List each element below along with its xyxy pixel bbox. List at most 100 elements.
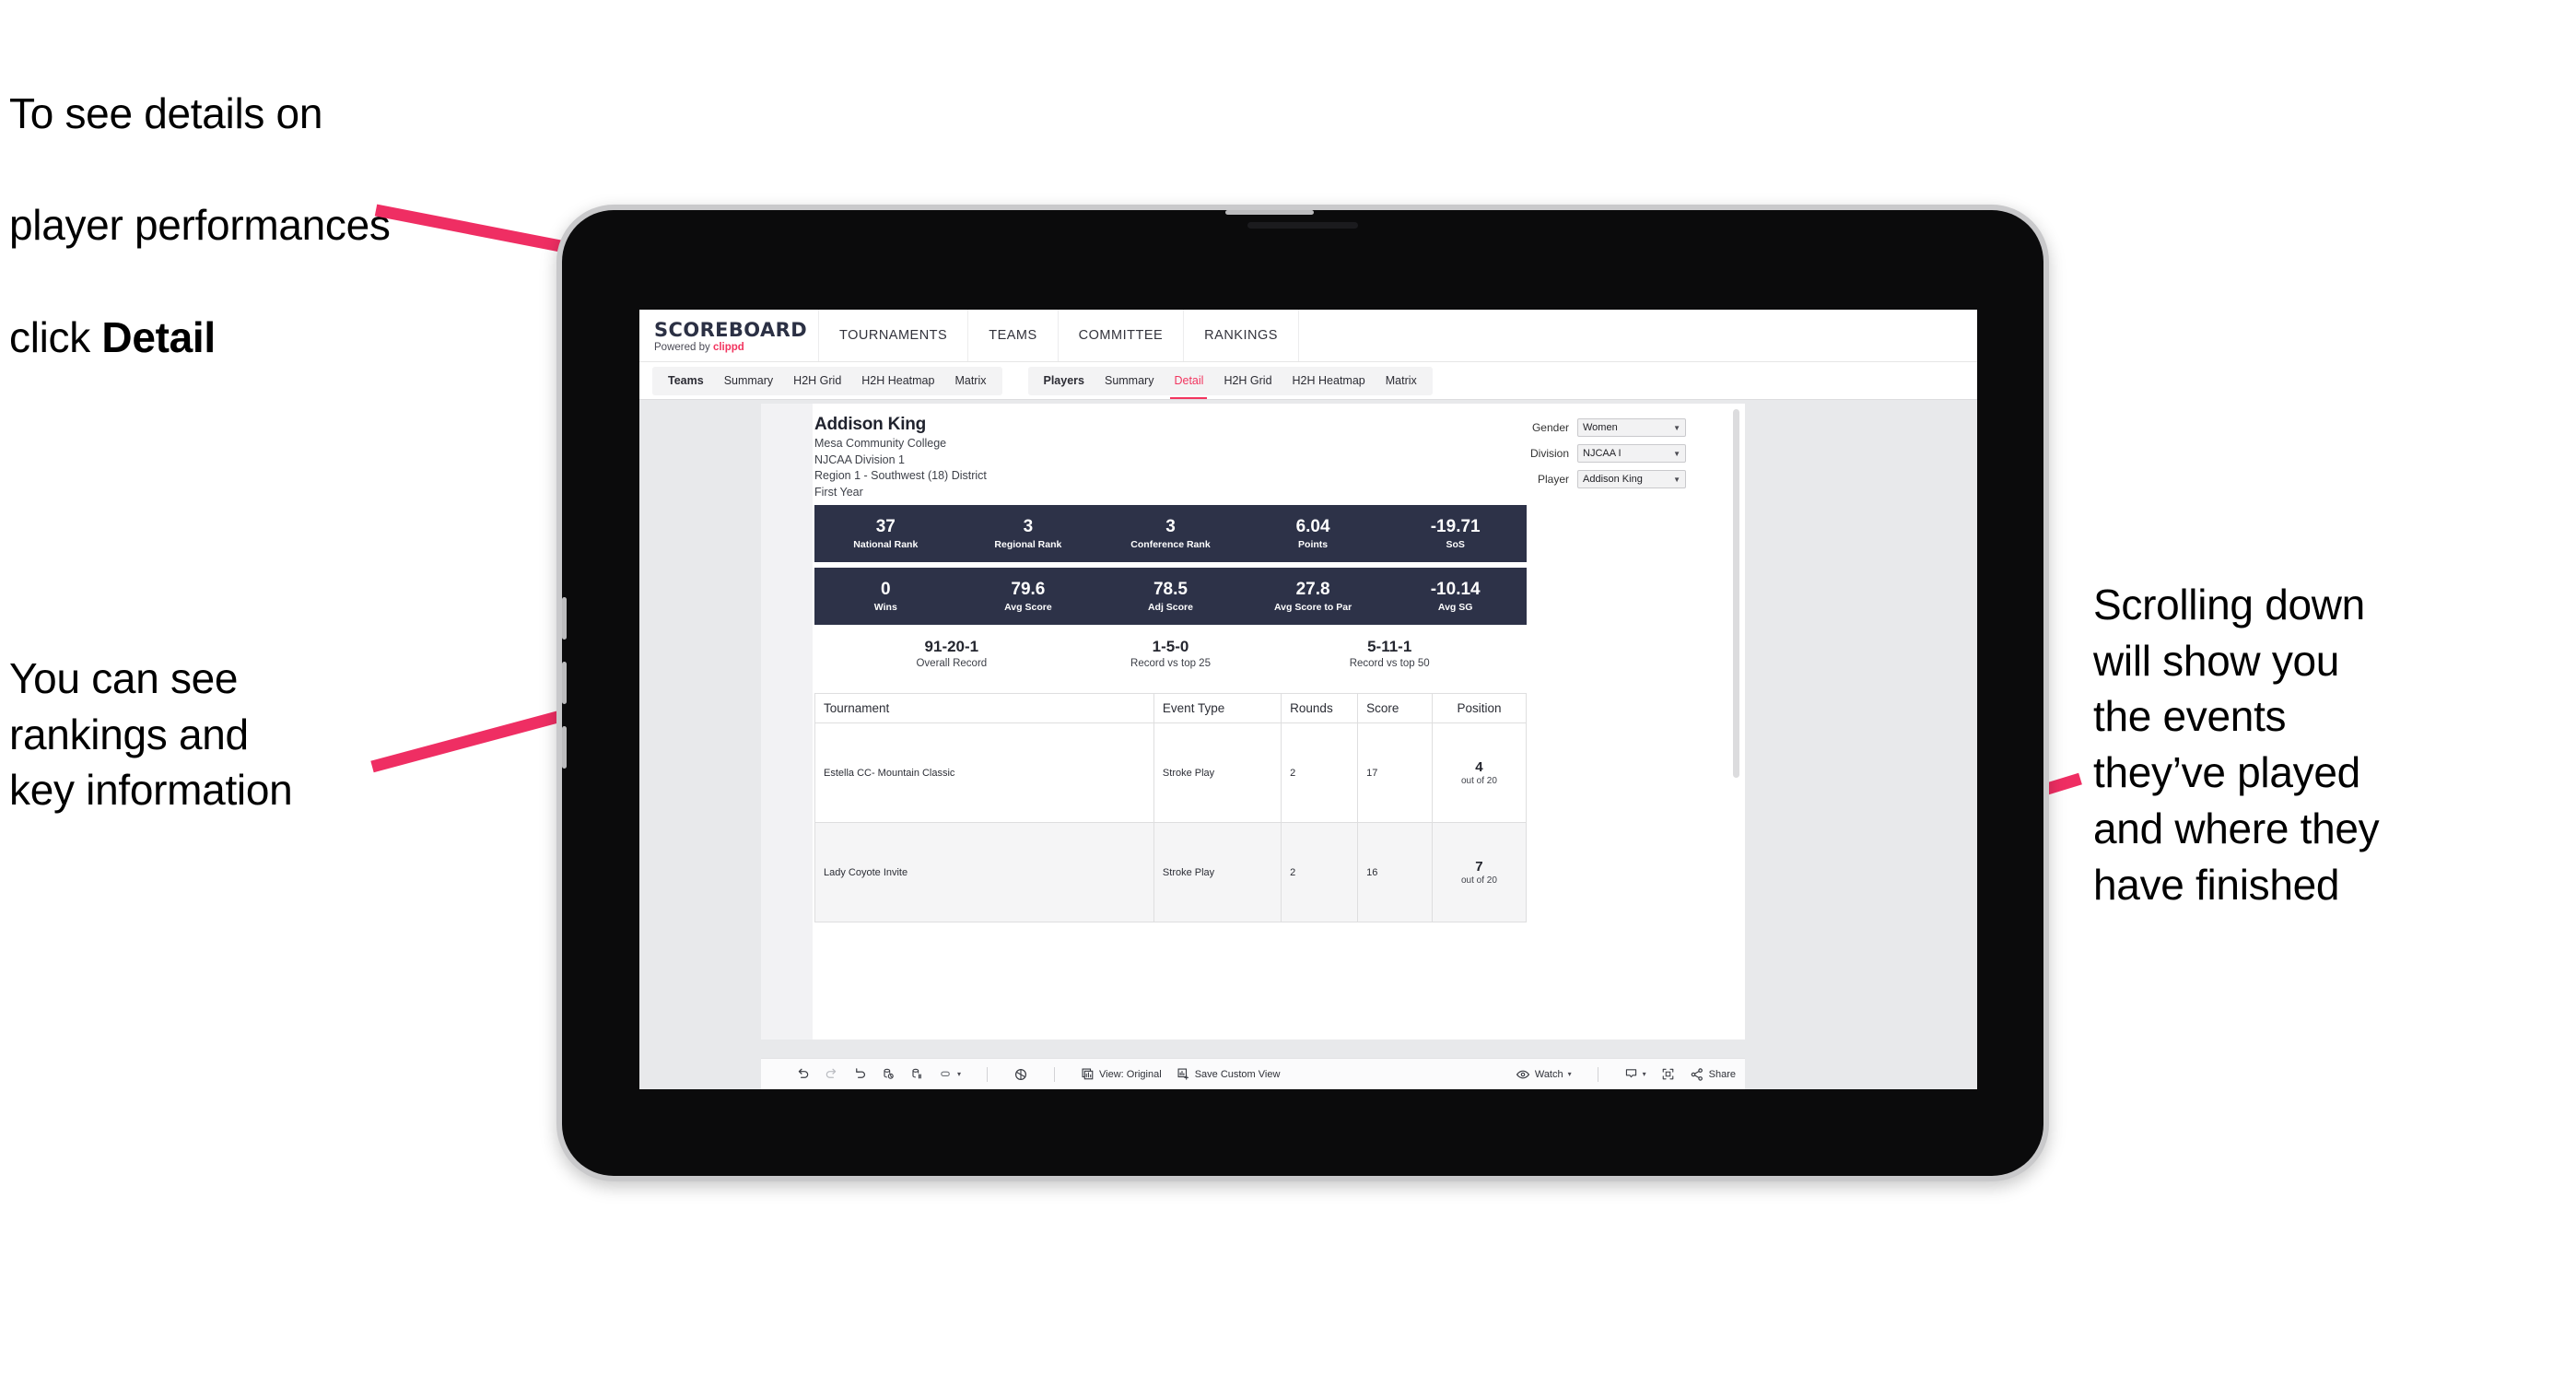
filter-player: Player Addison King ▼ bbox=[1530, 470, 1686, 488]
column-header-rounds[interactable]: Rounds bbox=[1281, 693, 1359, 723]
tab-players-detail[interactable]: Detail bbox=[1164, 367, 1213, 399]
records-row: 91-20-1 Overall Record 1-5-0 Record vs t… bbox=[814, 638, 1527, 669]
volume-up-button[interactable] bbox=[562, 597, 567, 640]
cell-position: 4 out of 20 bbox=[1431, 722, 1528, 823]
dashboard-content: Addison King Mesa Community College NJCA… bbox=[761, 404, 1745, 922]
sub-navbar: Teams Summary H2H Grid H2H Heatmap Matri… bbox=[639, 362, 1977, 400]
tab-players[interactable]: Players bbox=[1034, 367, 1095, 395]
tab-teams-h2h-grid[interactable]: H2H Grid bbox=[783, 367, 851, 395]
brand-subtitle-accent: clippd bbox=[712, 341, 744, 353]
filter-gender-select[interactable]: Women ▼ bbox=[1577, 418, 1686, 437]
side-button[interactable] bbox=[562, 726, 567, 769]
download-button[interactable]: ▾ bbox=[1624, 1067, 1646, 1081]
record-vs-top-50: 5-11-1 Record vs top 50 bbox=[1280, 638, 1499, 669]
stat-points: 6.04 Points bbox=[1242, 517, 1385, 550]
column-header-score[interactable]: Score bbox=[1357, 693, 1433, 723]
record-vs-top-25: 1-5-0 Record vs top 25 bbox=[1061, 638, 1281, 669]
record-overall-value: 91-20-1 bbox=[924, 638, 979, 655]
stat-national-rank-label: National Rank bbox=[853, 539, 919, 551]
chevron-down-icon: ▾ bbox=[957, 1070, 962, 1078]
filter-gender-label: Gender bbox=[1531, 421, 1569, 434]
player-identity: Addison King Mesa Community College NJCA… bbox=[814, 415, 987, 499]
pause-auto-update-icon[interactable] bbox=[1013, 1067, 1028, 1082]
watch-button[interactable]: Watch ▾ bbox=[1516, 1067, 1572, 1082]
stat-sos-value: -19.71 bbox=[1430, 516, 1481, 536]
tab-players-matrix[interactable]: Matrix bbox=[1376, 367, 1427, 395]
main-nav: TOURNAMENTS TEAMS COMMITTEE RANKINGS bbox=[819, 310, 1299, 361]
save-custom-view-button[interactable]: Save Custom View bbox=[1177, 1067, 1280, 1081]
share-label: Share bbox=[1708, 1068, 1736, 1080]
player-year: First Year bbox=[814, 485, 863, 499]
stat-avg-score-to-par: 27.8 Avg Score to Par bbox=[1242, 580, 1385, 613]
annotation-top-left-line1: To see details on bbox=[9, 88, 323, 137]
front-camera-icon bbox=[1247, 222, 1358, 229]
annotation-top-left: To see details on player performances cl… bbox=[9, 29, 599, 421]
player-name: Addison King bbox=[814, 415, 927, 434]
chevron-down-icon: ▼ bbox=[1673, 423, 1680, 432]
record-overall-label: Overall Record bbox=[916, 658, 988, 669]
stat-wins: 0 Wins bbox=[814, 580, 957, 613]
stats-band-rankings: 37 National Rank 3 Regional Rank 3 Confe… bbox=[814, 505, 1527, 562]
stat-conference-rank-label: Conference Rank bbox=[1130, 539, 1211, 551]
tab-teams-summary[interactable]: Summary bbox=[714, 367, 783, 395]
redo-icon[interactable] bbox=[825, 1067, 838, 1081]
stats-band-scoring: 0 Wins 79.6 Avg Score 78.5 Adj Score 27.… bbox=[814, 568, 1527, 625]
table-header-row: Tournament Event Type Rounds Score Posit… bbox=[814, 693, 1528, 723]
undo-icon[interactable] bbox=[796, 1067, 810, 1081]
nav-item-tournaments[interactable]: TOURNAMENTS bbox=[819, 310, 969, 361]
filter-panel: Gender Women ▼ Division NJCAA I ▼ Player… bbox=[1530, 415, 1686, 499]
screenshot-stage: To see details on player performances cl… bbox=[0, 0, 2576, 1386]
stat-points-label: Points bbox=[1298, 539, 1329, 551]
stat-adj-score-value: 78.5 bbox=[1153, 579, 1188, 599]
view-original-button[interactable]: View: Original bbox=[1081, 1067, 1162, 1081]
toolbar-divider bbox=[987, 1066, 989, 1082]
nav-item-teams[interactable]: TEAMS bbox=[968, 310, 1059, 361]
chevron-down-icon: ▾ bbox=[1567, 1070, 1572, 1078]
player-header: Addison King Mesa Community College NJCA… bbox=[814, 415, 1745, 499]
pause-data-icon[interactable] bbox=[910, 1067, 924, 1081]
brand-title: SCOREBOARD bbox=[654, 318, 808, 341]
browser-viewport: SCOREBOARD Powered by clippd TOURNAMENTS… bbox=[639, 310, 1977, 1089]
filter-player-select[interactable]: Addison King ▼ bbox=[1577, 470, 1686, 488]
tab-players-h2h-grid[interactable]: H2H Grid bbox=[1213, 367, 1282, 395]
stat-avg-sg-label: Avg SG bbox=[1437, 602, 1473, 614]
toolbar-divider bbox=[1054, 1066, 1056, 1082]
table-row[interactable]: Lady Coyote Invite Stroke Play 2 16 7 ou… bbox=[814, 822, 1528, 922]
cell-event-type: Stroke Play bbox=[1153, 822, 1282, 922]
app-logo[interactable]: SCOREBOARD Powered by clippd bbox=[639, 310, 819, 361]
stat-national-rank: 37 National Rank bbox=[814, 517, 957, 550]
tab-players-h2h-heatmap[interactable]: H2H Heatmap bbox=[1282, 367, 1376, 395]
view-original-label: View: Original bbox=[1099, 1068, 1162, 1080]
cell-score: 17 bbox=[1357, 722, 1433, 823]
tab-players-summary[interactable]: Summary bbox=[1095, 367, 1164, 395]
annotation-top-left-line2: player performances bbox=[9, 201, 391, 250]
nav-item-rankings[interactable]: RANKINGS bbox=[1184, 310, 1299, 361]
column-header-position[interactable]: Position bbox=[1431, 693, 1528, 723]
highlight-dropdown[interactable]: ▾ bbox=[939, 1067, 961, 1081]
revert-icon[interactable] bbox=[853, 1067, 867, 1081]
nav-item-committee[interactable]: COMMITTEE bbox=[1059, 310, 1185, 361]
refresh-data-icon[interactable] bbox=[882, 1067, 896, 1081]
stat-adj-score-label: Adj Score bbox=[1147, 602, 1193, 614]
cell-position-suffix: out of 20 bbox=[1460, 776, 1497, 786]
fullscreen-icon[interactable] bbox=[1661, 1067, 1675, 1081]
tab-teams-h2h-heatmap[interactable]: H2H Heatmap bbox=[851, 367, 944, 395]
cell-position-suffix: out of 20 bbox=[1460, 875, 1497, 886]
power-button[interactable] bbox=[1225, 210, 1314, 215]
record-vs-top-25-value: 1-5-0 bbox=[1152, 638, 1189, 655]
column-header-tournament[interactable]: Tournament bbox=[814, 693, 1154, 723]
annotation-top-left-line3-prefix: click bbox=[9, 312, 102, 361]
volume-down-button[interactable] bbox=[562, 662, 567, 704]
share-button[interactable]: Share bbox=[1690, 1067, 1736, 1082]
filter-division: Division NJCAA I ▼ bbox=[1530, 444, 1686, 463]
table-row[interactable]: Estella CC- Mountain Classic Stroke Play… bbox=[814, 722, 1528, 823]
filter-division-select[interactable]: NJCAA I ▼ bbox=[1577, 444, 1686, 463]
stat-national-rank-value: 37 bbox=[875, 516, 896, 536]
stat-avg-score: 79.6 Avg Score bbox=[957, 580, 1100, 613]
dashboard-card: Addison King Mesa Community College NJCA… bbox=[761, 404, 1745, 1040]
tab-teams-matrix[interactable]: Matrix bbox=[944, 367, 996, 395]
stat-avg-score-value: 79.6 bbox=[1011, 579, 1046, 599]
column-header-event-type[interactable]: Event Type bbox=[1153, 693, 1282, 723]
visualization-area: Addison King Mesa Community College NJCA… bbox=[639, 400, 1977, 1089]
tab-teams[interactable]: Teams bbox=[658, 367, 714, 395]
